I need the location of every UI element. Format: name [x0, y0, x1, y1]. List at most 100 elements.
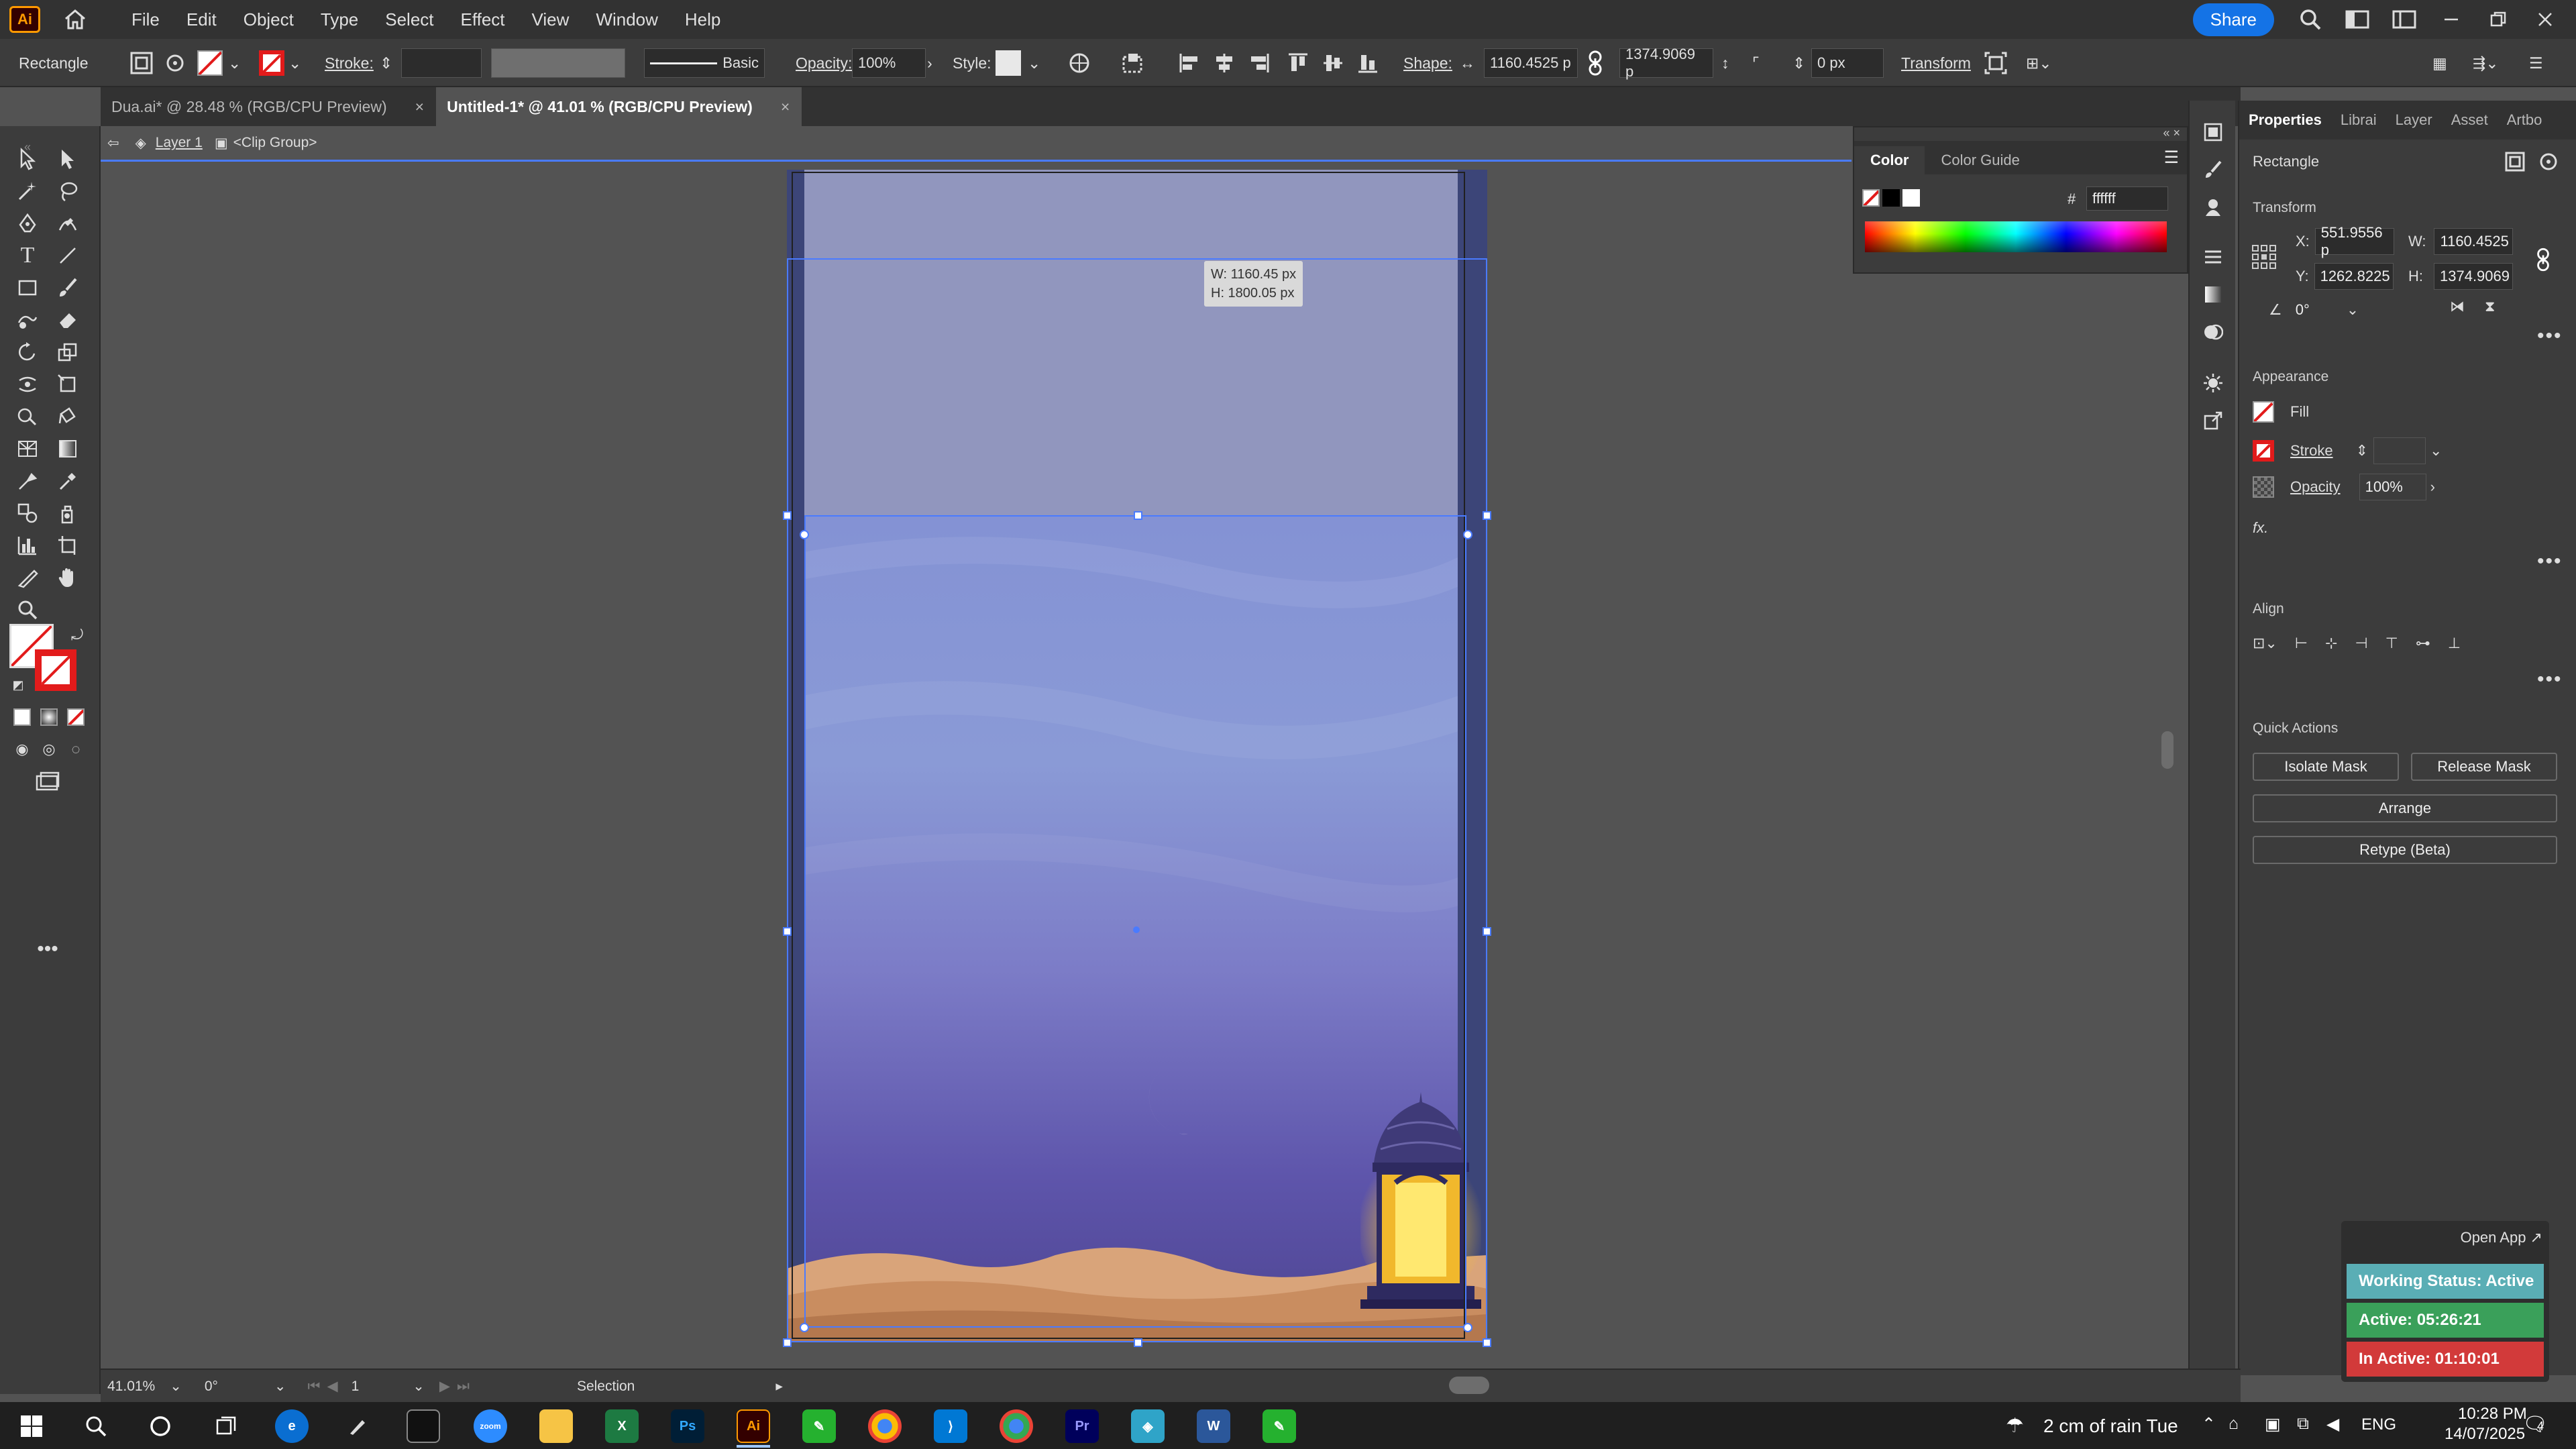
menu-help[interactable]: Help: [672, 9, 734, 30]
search-icon[interactable]: [2294, 6, 2326, 33]
edit-toolbar-icon[interactable]: •••: [32, 934, 63, 965]
stroke-swatch[interactable]: [2253, 440, 2274, 462]
style-swatch[interactable]: [996, 39, 1021, 87]
breadcrumb-layer[interactable]: Layer 1: [156, 135, 203, 151]
brushes-panel-icon[interactable]: [2198, 154, 2229, 185]
resize-handle-bottom[interactable]: [1134, 1338, 1142, 1347]
appearance-panel-icon[interactable]: [2198, 368, 2229, 398]
arrange-panels-icon[interactable]: ▦: [2432, 39, 2447, 87]
free-transform-tool-icon[interactable]: [52, 369, 83, 400]
tab-dua-document[interactable]: Dua.ai* @ 28.48 % (RGB/CPU Preview) ×: [101, 87, 436, 126]
width-field[interactable]: 1160.4525: [2434, 228, 2514, 255]
tray-app-icon[interactable]: ⌂: [2229, 1414, 2239, 1434]
tray-monitor-icon[interactable]: ▣: [2265, 1414, 2281, 1434]
retype-button[interactable]: Retype (Beta): [2253, 836, 2557, 864]
recolor-artwork-icon[interactable]: [1068, 39, 1091, 87]
arrange-documents-icon[interactable]: [2341, 6, 2373, 33]
task-view-icon[interactable]: [209, 1409, 243, 1443]
brush-definition-dropdown[interactable]: Basic: [644, 48, 765, 78]
transform-mode-icon[interactable]: [2500, 146, 2530, 177]
flip-horizontal-icon[interactable]: ⧒: [2450, 298, 2465, 315]
rectangle-tool-icon[interactable]: [12, 272, 43, 303]
green-app-icon-2[interactable]: ✎: [1263, 1409, 1296, 1443]
opacity-label[interactable]: Opacity: [2290, 478, 2341, 496]
opacity-arrow-icon[interactable]: ›: [2430, 478, 2435, 496]
fx-button[interactable]: fx.: [2253, 519, 2268, 537]
stroke-dropdown-chevron-icon[interactable]: ⌄: [288, 39, 301, 87]
stroke-weight-chevron-icon[interactable]: ⌄: [2430, 442, 2442, 460]
artboard-tool-icon[interactable]: [52, 530, 83, 561]
share-button[interactable]: Share: [2192, 3, 2274, 36]
opacity-field[interactable]: 100%: [2359, 474, 2426, 500]
stroke-weight-stepper[interactable]: ⇕: [380, 39, 392, 87]
weather-text[interactable]: 2 cm of rain Tue: [2043, 1415, 2178, 1437]
stroke-swatch[interactable]: [259, 39, 284, 87]
menu-edit[interactable]: Edit: [173, 9, 230, 30]
curvature-tool-icon[interactable]: [52, 208, 83, 239]
stroke-weight-stepper[interactable]: ⇕: [2356, 442, 2368, 460]
tab-libraries[interactable]: Librai: [2331, 111, 2386, 129]
tray-network-icon[interactable]: ⧉: [2297, 1414, 2309, 1434]
align-to-icon[interactable]: ⊡⌄: [2253, 635, 2277, 652]
menu-window[interactable]: Window: [582, 9, 671, 30]
opacity-field[interactable]: 100%: [852, 48, 926, 78]
resize-handle-bottom-left[interactable]: [783, 1338, 792, 1347]
opacity-label[interactable]: Opacity:: [796, 39, 852, 87]
resize-handle-top-left[interactable]: [783, 511, 792, 520]
resize-handle-bottom-right[interactable]: [1483, 1338, 1491, 1347]
height-field[interactable]: 1374.9069: [2434, 263, 2513, 290]
zoom-level[interactable]: 41.01%: [107, 1379, 155, 1395]
reference-point-icon[interactable]: [2533, 146, 2564, 177]
premiere-icon[interactable]: Pr: [1065, 1409, 1099, 1443]
scale-tool-icon[interactable]: [52, 337, 83, 368]
show-hidden-icons-chevron[interactable]: ⌃: [2202, 1414, 2216, 1434]
corner-widget-top-right[interactable]: [1463, 530, 1472, 539]
word-icon[interactable]: W: [1197, 1409, 1230, 1443]
opacity-arrow-icon[interactable]: ›: [927, 39, 932, 87]
tab-color[interactable]: Color: [1854, 146, 1925, 174]
excel-icon[interactable]: X: [605, 1409, 639, 1443]
tab-layers[interactable]: Layer: [2386, 111, 2442, 129]
fill-dropdown-chevron-icon[interactable]: ⌄: [228, 39, 241, 87]
white-swatch[interactable]: [1902, 189, 1920, 207]
magic-wand-tool-icon[interactable]: [12, 176, 43, 207]
eyedropper-tool-icon[interactable]: [52, 466, 83, 496]
align-right-icon[interactable]: [1248, 39, 1271, 87]
language-indicator[interactable]: ENG: [2361, 1415, 2396, 1434]
chrome-icon[interactable]: [868, 1409, 902, 1443]
resize-handle-top-right[interactable]: [1483, 511, 1491, 520]
swap-fill-stroke-icon[interactable]: ⤾: [62, 620, 93, 651]
pen-tool-icon[interactable]: [12, 208, 43, 239]
hex-input[interactable]: ffffff: [2086, 186, 2168, 211]
resize-handle-top[interactable]: [1134, 511, 1142, 520]
workspace-icon[interactable]: [2388, 6, 2420, 33]
angle-dropdown-chevron-icon[interactable]: ⌄: [2347, 301, 2359, 319]
terminal-icon[interactable]: [407, 1409, 440, 1443]
align-top-icon[interactable]: [1287, 39, 1309, 87]
isolate-object-icon[interactable]: [1984, 39, 2007, 87]
panel-menu-icon[interactable]: ☰: [2164, 148, 2179, 174]
rotate-angle-field[interactable]: 0°: [2290, 297, 2344, 323]
zoom-dropdown-chevron-icon[interactable]: ⌄: [170, 1378, 182, 1395]
last-artboard-icon[interactable]: ⏭: [457, 1379, 470, 1395]
rotation-dropdown-chevron-icon[interactable]: ⌄: [274, 1378, 286, 1395]
line-segment-tool-icon[interactable]: [52, 240, 83, 271]
arrange-button[interactable]: Arrange: [2253, 794, 2557, 822]
corner-widget-bottom-left[interactable]: [800, 1323, 809, 1332]
back-arrow-icon[interactable]: ⇦: [107, 135, 119, 152]
vertical-scrollbar-thumb[interactable]: [2161, 731, 2174, 769]
menu-type[interactable]: Type: [307, 9, 372, 30]
horizontal-scrollbar-thumb[interactable]: [1449, 1377, 1489, 1394]
corner-radius-field[interactable]: 0 px: [1811, 48, 1884, 78]
reference-point-grid-icon[interactable]: [2249, 241, 2279, 272]
constrain-proportions-link-icon[interactable]: [1586, 39, 1605, 87]
shaper-tool-icon[interactable]: [12, 305, 43, 335]
search-icon[interactable]: [79, 1409, 113, 1443]
shape-width-field[interactable]: 1160.4525 p: [1484, 48, 1578, 78]
artboards-panel-icon[interactable]: [2198, 117, 2229, 148]
next-artboard-icon[interactable]: ▶: [439, 1378, 450, 1395]
photoshop-icon[interactable]: Ps: [671, 1409, 704, 1443]
teal-app-icon[interactable]: ◈: [1131, 1409, 1165, 1443]
stroke-weight-field[interactable]: [2373, 437, 2426, 464]
align-bottom-icon[interactable]: ⊥: [2448, 635, 2461, 652]
